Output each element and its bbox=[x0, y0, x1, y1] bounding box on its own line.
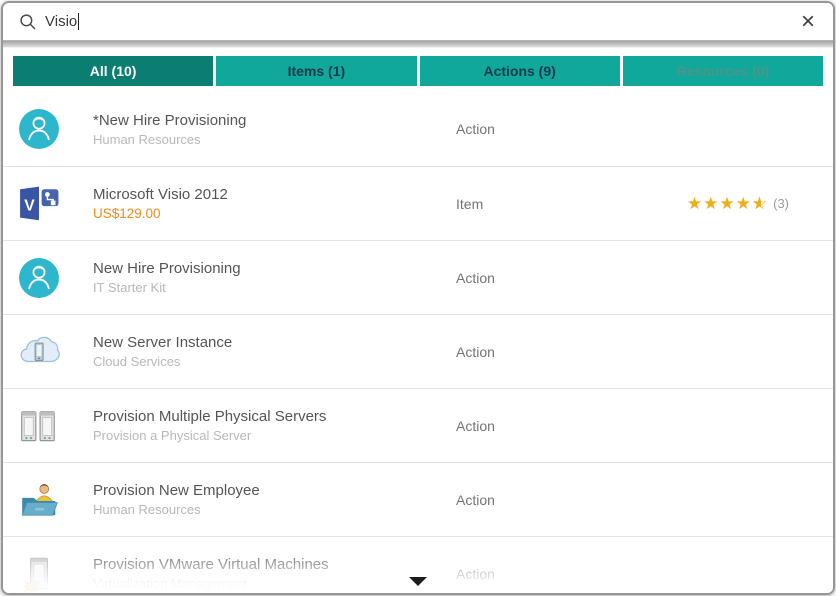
result-title: Provision Multiple Physical Servers bbox=[93, 408, 456, 425]
result-type: Action bbox=[456, 121, 819, 137]
visio-logo-icon: V bbox=[17, 182, 61, 226]
result-type: Action bbox=[456, 566, 819, 582]
result-subtitle: IT Starter Kit bbox=[93, 280, 456, 295]
search-header: Visio × bbox=[3, 3, 833, 41]
result-row-microsoft-visio[interactable]: V Microsoft Visio 2012 US$129.00 Item ★★… bbox=[3, 166, 833, 240]
star-icon: ★ bbox=[736, 194, 752, 213]
result-subtitle: Virtualization Management bbox=[93, 576, 456, 591]
result-price: US$129.00 bbox=[93, 206, 456, 221]
search-dialog: Visio × All (10) Items (1) Actions (9) R… bbox=[1, 1, 835, 595]
search-results-list: *New Hire Provisioning Human Resources A… bbox=[3, 92, 833, 595]
result-row-new-hire-provisioning[interactable]: New Hire Provisioning IT Starter Kit Act… bbox=[3, 240, 833, 314]
result-type: Item bbox=[456, 196, 687, 212]
star-icon: ★ bbox=[719, 194, 735, 213]
result-rating: ★★★★☆★ (3) bbox=[687, 195, 819, 212]
search-icon bbox=[19, 13, 37, 31]
tab-resources[interactable]: Resources (0) bbox=[623, 56, 823, 86]
employee-folder-icon bbox=[17, 478, 61, 522]
star-icon: ★ bbox=[687, 194, 703, 213]
result-row-provision-physical-servers[interactable]: Provision Multiple Physical Servers Prov… bbox=[3, 388, 833, 462]
result-title: Provision VMware Virtual Machines bbox=[93, 556, 456, 573]
result-subtitle: Provision a Physical Server bbox=[93, 428, 456, 443]
vm-server-icon bbox=[17, 552, 61, 596]
result-type: Action bbox=[456, 492, 819, 508]
result-title: Provision New Employee bbox=[93, 482, 456, 499]
result-type: Action bbox=[456, 418, 819, 434]
svg-text:V: V bbox=[24, 197, 35, 214]
half-star-icon: ☆★ bbox=[752, 195, 768, 212]
tab-all[interactable]: All (10) bbox=[13, 56, 213, 86]
result-title: New Server Instance bbox=[93, 334, 456, 351]
result-title: *New Hire Provisioning bbox=[93, 112, 456, 129]
rating-stars: ★★★★☆★ bbox=[687, 195, 768, 212]
result-title: New Hire Provisioning bbox=[93, 260, 456, 277]
tab-items[interactable]: Items (1) bbox=[216, 56, 416, 86]
scroll-down-arrow-icon[interactable] bbox=[409, 577, 427, 586]
rating-count: (3) bbox=[773, 196, 789, 211]
text-caret bbox=[78, 13, 79, 30]
person-badge-icon bbox=[17, 107, 61, 151]
result-row-new-hire-provisioning-draft[interactable]: *New Hire Provisioning Human Resources A… bbox=[3, 92, 833, 166]
result-row-provision-vmware-vms[interactable]: Provision VMware Virtual Machines Virtua… bbox=[3, 536, 833, 595]
result-subtitle: Human Resources bbox=[93, 502, 456, 517]
result-type: Action bbox=[456, 344, 819, 360]
header-divider bbox=[3, 41, 833, 48]
result-subtitle: Human Resources bbox=[93, 132, 456, 147]
person-badge-icon bbox=[17, 256, 61, 300]
result-subtitle: Cloud Services bbox=[93, 354, 456, 369]
tab-bar: All (10) Items (1) Actions (9) Resources… bbox=[3, 48, 833, 92]
result-title: Microsoft Visio 2012 bbox=[93, 186, 456, 203]
result-row-new-server-instance[interactable]: New Server Instance Cloud Services Actio… bbox=[3, 314, 833, 388]
tab-actions[interactable]: Actions (9) bbox=[420, 56, 620, 86]
star-icon: ★ bbox=[703, 194, 719, 213]
close-icon[interactable]: × bbox=[795, 9, 821, 35]
search-input-value: Visio bbox=[45, 13, 77, 30]
dual-servers-icon bbox=[17, 404, 61, 448]
result-row-provision-new-employee[interactable]: Provision New Employee Human Resources A… bbox=[3, 462, 833, 536]
search-input[interactable]: Visio bbox=[45, 3, 795, 40]
result-type: Action bbox=[456, 270, 819, 286]
cloud-server-icon bbox=[17, 330, 61, 374]
